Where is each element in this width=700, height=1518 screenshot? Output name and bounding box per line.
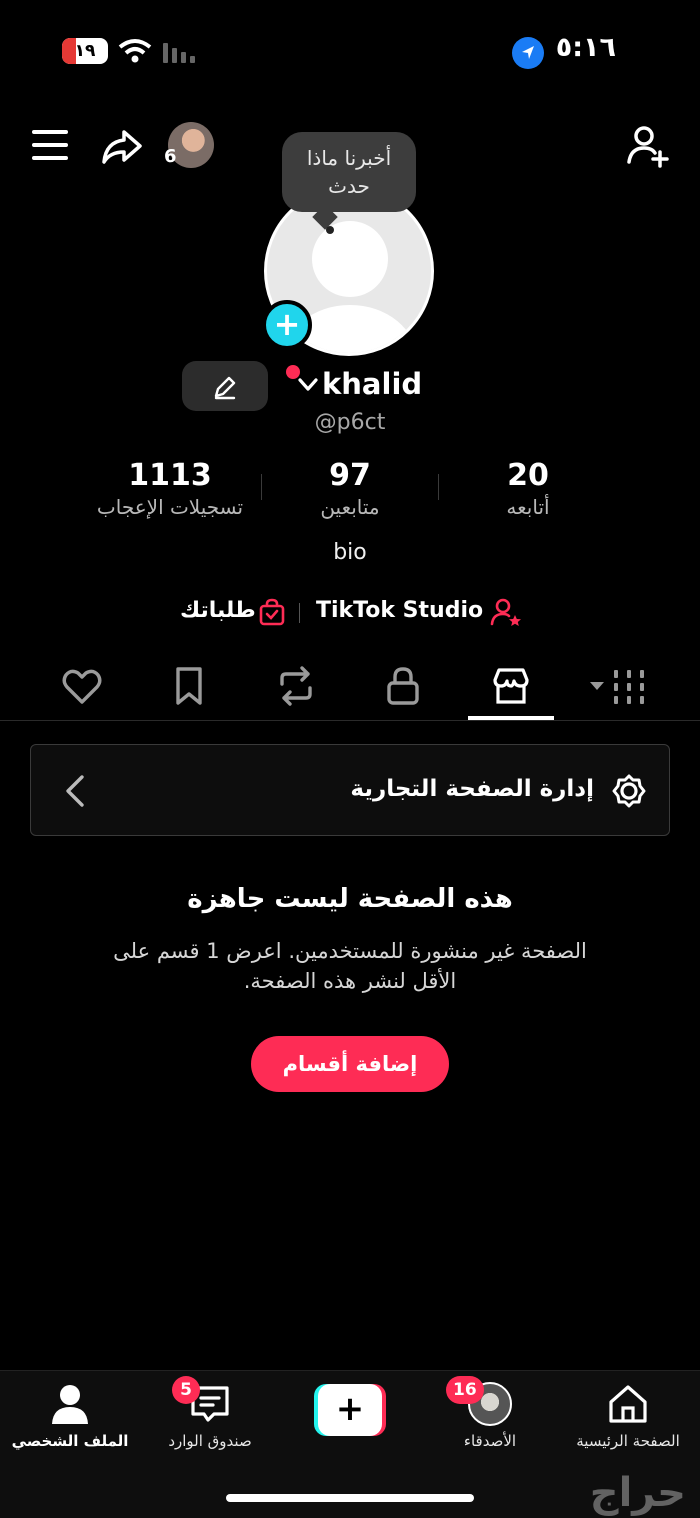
menu-icon[interactable]	[32, 128, 70, 162]
likes-label: تسجيلات الإعجاب	[96, 495, 244, 519]
empty-desc-line-1: الصفحة غير منشورة للمستخدمين. اعرض 1 قسم…	[113, 939, 587, 963]
edit-profile-button[interactable]	[182, 361, 268, 411]
signal-icon	[163, 43, 195, 63]
following-label: أتابعه	[506, 495, 550, 519]
likes-count: 1113	[128, 458, 212, 493]
orders-link[interactable]: طلباتك	[180, 598, 256, 623]
battery-indicator: ١٩	[62, 38, 108, 64]
followers-label: متابعين	[320, 495, 380, 519]
videos-tab-grid-icon[interactable]	[588, 668, 646, 706]
tooltip-line-1: أخبرنا ماذا	[306, 146, 392, 170]
add-sections-button[interactable]: إضافة أقسام	[251, 1036, 449, 1092]
manage-business-label: إدارة الصفحة التجارية	[350, 776, 594, 802]
plus-icon: +	[318, 1384, 382, 1436]
tabs-divider	[0, 720, 700, 721]
friends-badge: 16	[446, 1376, 484, 1404]
add-photo-button[interactable]: +	[262, 300, 312, 350]
share-icon[interactable]	[100, 124, 144, 168]
tiktok-studio-link[interactable]: TikTok Studio	[316, 598, 483, 623]
username[interactable]: khalid	[322, 367, 422, 401]
nav-profile-label: الملف الشخصي	[11, 1432, 129, 1450]
gear-icon	[612, 774, 646, 808]
private-tab-lock-icon[interactable]	[381, 664, 425, 708]
user-handle: @p6ct	[314, 410, 386, 435]
studio-icon	[490, 598, 521, 626]
watermark-logo: حراج	[589, 1470, 686, 1516]
following-count: 20	[507, 458, 549, 493]
tooltip-dot	[326, 226, 334, 234]
reposts-tab-repost-icon[interactable]	[274, 664, 318, 708]
followers-count: 97	[329, 458, 371, 493]
following-stat[interactable]: 20 أتابعه	[428, 458, 628, 519]
location-icon	[512, 37, 544, 69]
chevron-down-icon[interactable]	[296, 375, 320, 395]
bio-text[interactable]: bio	[0, 540, 700, 565]
inbox-badge: 5	[172, 1376, 200, 1404]
nav-profile[interactable]: الملف الشخصي	[0, 1380, 140, 1470]
empty-desc-line-2: الأقل لنشر هذه الصفحة.	[243, 969, 457, 993]
link-divider	[299, 603, 300, 623]
nav-inbox[interactable]: صندوق الوارد	[140, 1380, 280, 1470]
nav-home[interactable]: الصفحة الرئيسية	[558, 1380, 698, 1470]
saved-tab-bookmark-icon[interactable]	[167, 664, 211, 708]
chevron-left-icon[interactable]	[62, 774, 88, 808]
status-time: ٥:١٦	[555, 32, 616, 63]
likes-stat[interactable]: 1113 تسجيلات الإعجاب	[70, 458, 270, 519]
followers-stat[interactable]: 97 متابعين	[250, 458, 450, 519]
liked-tab-heart-icon[interactable]	[60, 664, 104, 708]
nav-inbox-label: صندوق الوارد	[168, 1432, 252, 1450]
nav-friends-label: الأصدقاء	[463, 1432, 517, 1450]
nav-home-label: الصفحة الرئيسية	[576, 1432, 680, 1450]
profile-icon	[52, 1385, 88, 1424]
empty-state-description: الصفحة غير منشورة للمستخدمين. اعرض 1 قسم…	[70, 936, 630, 996]
shopping-bag-icon	[259, 598, 285, 626]
home-indicator[interactable]	[226, 1494, 474, 1502]
create-button[interactable]: +	[314, 1384, 386, 1436]
tooltip-line-2: حدث	[328, 174, 370, 198]
shop-tab-store-icon[interactable]	[489, 664, 533, 708]
add-friend-icon[interactable]	[626, 124, 670, 168]
home-icon	[609, 1385, 647, 1423]
battery-level: ١٩	[74, 41, 96, 61]
status-tooltip[interactable]: أخبرنا ماذا حدث	[282, 132, 416, 212]
story-count: 6	[164, 146, 177, 167]
pencil-icon	[214, 376, 236, 400]
wifi-icon	[118, 39, 152, 63]
empty-state-title: هذه الصفحة ليست جاهزة	[187, 884, 513, 914]
